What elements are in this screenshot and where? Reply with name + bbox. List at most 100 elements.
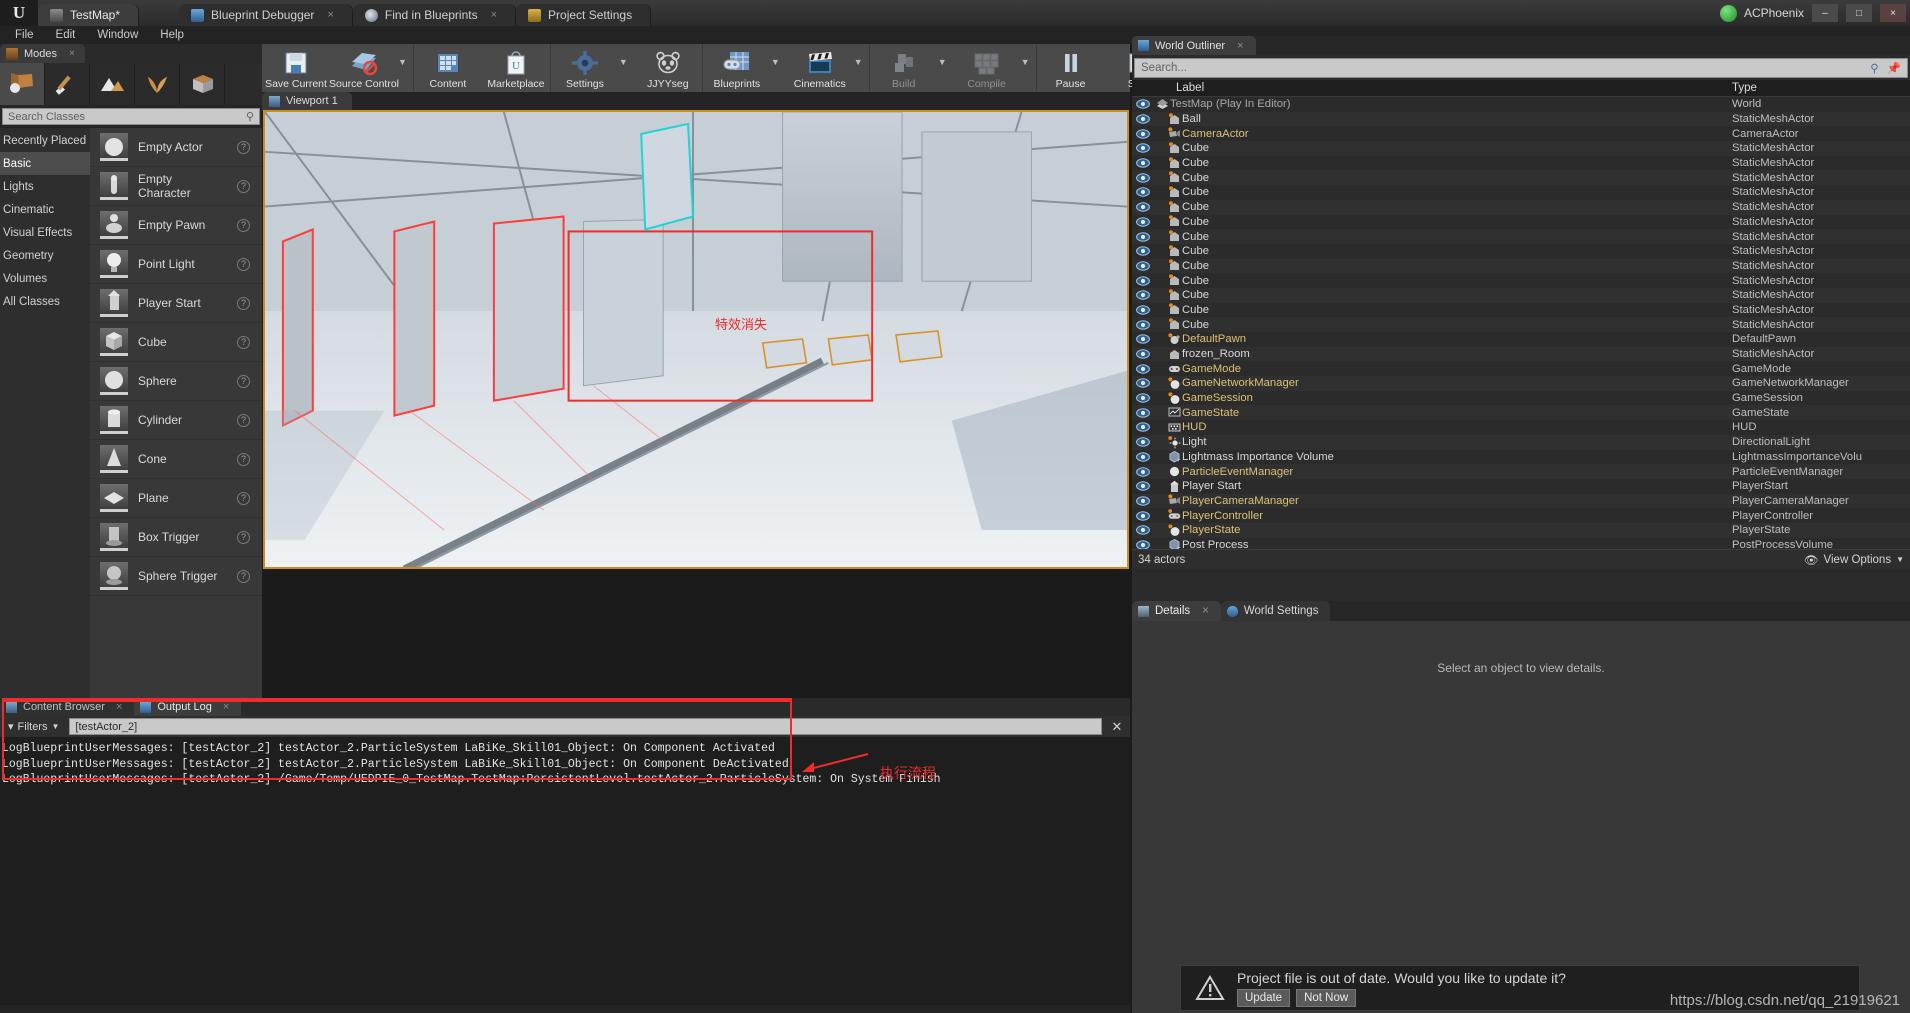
outliner-row[interactable]: Ball StaticMeshActor [1132, 111, 1910, 127]
window-tab-find-in-blueprints[interactable]: Find in Blueprints × [352, 4, 517, 26]
menu-item-help[interactable]: Help [149, 29, 195, 41]
menu-item-window[interactable]: Window [86, 29, 149, 41]
paint-mode-icon[interactable] [45, 63, 90, 105]
window-tab-testmap[interactable]: TestMap* [38, 4, 140, 26]
level-viewport[interactable]: 特效消失 [263, 110, 1129, 569]
visibility-eye-icon[interactable] [1132, 349, 1154, 359]
search-icon[interactable]: ⚲ [1870, 61, 1878, 75]
maximize-button[interactable]: □ [1846, 4, 1872, 22]
chevron-down-icon[interactable]: ▼ [854, 44, 869, 92]
tab-output-log[interactable]: Output Log × [134, 698, 242, 716]
outliner-row[interactable]: Cube StaticMeshActor [1132, 303, 1910, 318]
marketplace-button[interactable]: U Marketplace [482, 44, 550, 92]
outliner-row[interactable]: GameState GameState [1132, 405, 1910, 421]
log-output-area[interactable]: LogBlueprintUserMessages: [testActor_2] … [0, 737, 1130, 1005]
minimize-button[interactable]: – [1812, 4, 1838, 22]
visibility-eye-icon[interactable] [1132, 334, 1154, 345]
visibility-eye-icon[interactable] [1132, 305, 1154, 315]
outliner-row[interactable]: Cube StaticMeshActor [1132, 229, 1910, 244]
visibility-eye-icon[interactable] [1132, 364, 1154, 374]
outliner-row[interactable]: Cube StaticMeshActor [1132, 215, 1910, 230]
help-icon[interactable]: ? [237, 530, 250, 544]
close-icon[interactable]: × [1237, 40, 1243, 52]
outliner-row[interactable]: PlayerState PlayerState [1132, 522, 1910, 538]
outliner-row[interactable]: + Lightmass Importance Volume LightmassImp… [1132, 450, 1910, 465]
outliner-row[interactable]: +Post Process PostProcessVolume [1132, 538, 1910, 549]
outliner-row[interactable]: Cube StaticMeshActor [1132, 273, 1910, 288]
close-icon[interactable]: × [491, 9, 497, 21]
tab-world-outliner[interactable]: World Outliner × [1132, 36, 1256, 55]
visibility-eye-icon[interactable] [1132, 466, 1154, 477]
visibility-eye-icon[interactable] [1132, 246, 1154, 256]
help-icon[interactable]: ? [237, 218, 250, 232]
outliner-row[interactable]: DefaultPawn DefaultPawn [1132, 332, 1910, 347]
category-cinematic[interactable]: Cinematic [0, 198, 90, 221]
tab-world-settings[interactable]: World Settings [1220, 601, 1331, 621]
not-now-button[interactable]: Not Now [1296, 988, 1357, 1007]
outliner-row[interactable]: Cube StaticMeshActor [1132, 170, 1910, 186]
content-button[interactable]: Content [414, 44, 482, 92]
visibility-eye-icon[interactable] [1132, 143, 1154, 154]
outliner-row[interactable]: Light DirectionalLight [1132, 434, 1910, 450]
help-icon[interactable]: ? [237, 452, 250, 466]
chevron-down-icon[interactable]: ▼ [619, 44, 634, 92]
tab-content-browser[interactable]: Content Browser × [0, 698, 135, 716]
visibility-eye-icon[interactable] [1132, 408, 1154, 418]
visibility-eye-icon[interactable] [1132, 510, 1154, 521]
place-item-empty-character[interactable]: Empty Character? [90, 167, 262, 206]
visibility-eye-icon[interactable] [1132, 319, 1154, 330]
visibility-eye-icon[interactable] [1132, 540, 1154, 549]
search-icon[interactable]: ⚲ [246, 110, 254, 123]
visibility-eye-icon[interactable] [1132, 217, 1154, 227]
visibility-eye-icon[interactable] [1132, 481, 1154, 491]
outliner-row[interactable]: Cube StaticMeshActor [1132, 199, 1910, 215]
outliner-row[interactable]: TestMap (Play In Editor) World [1132, 97, 1910, 112]
help-icon[interactable]: ? [237, 140, 250, 154]
visibility-eye-icon[interactable] [1132, 187, 1154, 198]
outliner-row[interactable]: PlayerController PlayerController [1132, 508, 1910, 523]
close-icon[interactable]: × [1202, 605, 1209, 617]
visibility-eye-icon[interactable] [1132, 114, 1154, 124]
visibility-eye-icon[interactable] [1132, 275, 1154, 286]
visibility-eye-icon[interactable] [1132, 393, 1154, 403]
search-classes-input[interactable]: Search Classes ⚲ [2, 108, 260, 125]
cinematics-button[interactable]: Cinematics [786, 44, 854, 92]
help-icon[interactable]: ? [237, 413, 250, 427]
outliner-row[interactable]: Cube StaticMeshActor [1132, 317, 1910, 332]
outliner-row[interactable]: PlayerCameraManager PlayerCameraManager [1132, 493, 1910, 509]
visibility-eye-icon[interactable] [1132, 378, 1154, 389]
geometry-edit-mode-icon[interactable] [180, 63, 225, 105]
account-button[interactable]: ACPhoenix [1719, 4, 1804, 22]
pin-icon[interactable]: 📌 [1887, 61, 1901, 75]
save-current-button[interactable]: Save Current [262, 44, 330, 92]
outliner-row[interactable]: Cube StaticMeshActor [1132, 244, 1910, 259]
log-search-input[interactable]: [testActor_2] [69, 718, 1102, 735]
outliner-row[interactable]: GameSession GameSession [1132, 391, 1910, 406]
landscape-mode-icon[interactable] [90, 63, 135, 105]
outliner-row[interactable]: Cube StaticMeshActor [1132, 287, 1910, 303]
category-volumes[interactable]: Volumes [0, 267, 90, 290]
tab-details[interactable]: Details × [1132, 601, 1221, 621]
column-header-type[interactable]: Type [1732, 82, 1910, 94]
place-item-sphere[interactable]: Sphere? [90, 362, 262, 401]
view-options-button[interactable]: 👁 View Options ▼ [1804, 553, 1904, 567]
outliner-row[interactable]: Cube StaticMeshActor [1132, 258, 1910, 274]
column-header-label[interactable]: Label [1132, 82, 1732, 94]
tab-viewport-1[interactable]: Viewport 1 [262, 92, 352, 110]
outliner-row[interactable]: frozen_Room StaticMeshActor [1132, 346, 1910, 362]
visibility-eye-icon[interactable] [1132, 173, 1154, 183]
tab-modes[interactable]: Modes × [0, 44, 85, 63]
menu-item-edit[interactable]: Edit [45, 29, 87, 41]
outliner-row[interactable]: Cube StaticMeshActor [1132, 185, 1910, 200]
category-lights[interactable]: Lights [0, 175, 90, 198]
outliner-row[interactable]: Player Start PlayerStart [1132, 479, 1910, 494]
place-item-point-light[interactable]: Point Light? [90, 245, 262, 284]
place-item-empty-actor[interactable]: Empty Actor? [90, 128, 262, 167]
close-icon[interactable]: × [327, 9, 333, 21]
jjyyseg-button[interactable]: JJYYseg [634, 44, 702, 92]
outliner-row[interactable]: Cube StaticMeshActor [1132, 141, 1910, 156]
close-button[interactable]: × [1880, 4, 1906, 22]
place-item-cylinder[interactable]: Cylinder? [90, 401, 262, 440]
help-icon[interactable]: ? [237, 491, 250, 505]
outliner-search-input[interactable]: Search... ⚲ 📌 [1134, 58, 1908, 78]
